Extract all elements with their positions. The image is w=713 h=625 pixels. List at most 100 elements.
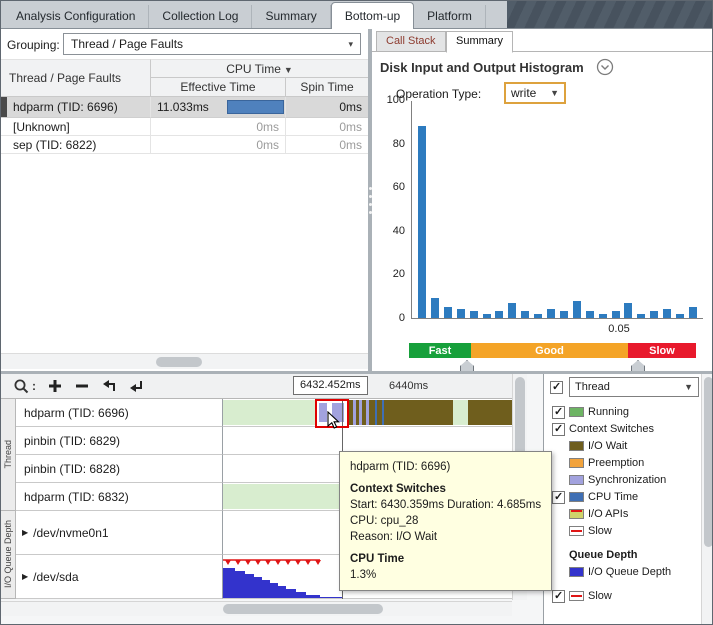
check-icon: ✓ [554,405,563,418]
histogram-bar [650,311,658,318]
legend-item-synchronization[interactable]: Synchronization [552,473,666,487]
tooltip-section-header: CPU Time [350,551,541,567]
legend-item-slow-queue[interactable]: ✓ Slow [552,589,612,603]
table-row[interactable]: hdparm (TID: 6696) 11.033ms 0ms [1,97,368,118]
grid-horizontal-scrollbar[interactable] [1,353,368,369]
column-header-cpu-time[interactable]: CPU Time▼ [151,59,368,78]
legend-item-slow-io[interactable]: Slow [552,524,612,538]
tooltip-title: hdparm (TID: 6696) [350,459,541,475]
timeline-row-label[interactable]: hdparm (TID: 6832) [16,483,223,511]
tooltip-line: 1.3% [350,567,541,583]
collapse-chevron-icon[interactable] [596,58,614,76]
operation-type-value: write [511,86,536,100]
table-row[interactable]: sep (TID: 6822) 0ms 0ms [1,136,368,154]
legend-checkbox[interactable]: ✓ [552,423,565,436]
histogram-bar [418,126,426,318]
band-checkbox[interactable]: ✓ [550,381,563,394]
histogram-bar [431,298,439,318]
spin-time-value: 0ms [339,138,362,152]
scrollbar-thumb[interactable] [223,604,383,614]
y-axis-tick: 0 [375,312,405,324]
chevron-down-icon: ▼ [684,382,693,392]
indent-spacer [552,525,565,538]
legend-item-io-queue-depth[interactable]: I/O Queue Depth [552,565,671,579]
time-readout: 6432.452ms [293,376,368,395]
tab-bottom-up[interactable]: Bottom-up [331,2,414,29]
tab-collection-log[interactable]: Collection Log [149,5,252,28]
band-filter-dropdown[interactable]: Thread ▼ [569,377,699,397]
histogram-bar [547,309,555,318]
zoom-in-button[interactable] [47,378,63,394]
timeline-row-label[interactable]: hdparm (TID: 6696) [16,399,223,427]
zoom-to-selection-button[interactable] [101,378,117,394]
minus-icon [74,378,90,394]
legend-swatch-queue-depth [569,567,584,577]
io-wait-segment [349,400,453,425]
tab-call-stack[interactable]: Call Stack [376,31,446,52]
tab-summary[interactable]: Summary [252,5,330,28]
table-row[interactable]: [Unknown] 0ms 0ms [1,118,368,136]
row-label-text: hdparm (TID: 6696) [24,406,129,420]
synchronization-segment [353,400,356,425]
timeline-row-label[interactable]: ▶ /dev/nvme0n1 [16,511,223,555]
legend-item-context-switches[interactable]: ✓ Context Switches [552,422,654,436]
y-axis-tick: 40 [375,225,405,237]
legend-checkbox[interactable]: ✓ [552,406,565,419]
band-fast: Fast [409,343,471,358]
expander-icon[interactable]: ▶ [22,572,28,581]
legend-label: Running [588,406,629,418]
timeline-row-label[interactable]: pinbin (TID: 6829) [16,427,223,455]
tab-summary-pane[interactable]: Summary [446,31,513,53]
column-header-spin-time[interactable]: Spin Time [286,78,368,97]
legend-swatch-running [569,407,584,417]
group-strip-thread: Thread [1,399,16,511]
timeline-row-label[interactable]: pinbin (TID: 6828) [16,455,223,483]
histogram-bar [637,314,645,318]
band-slow-label: Slow [649,345,675,357]
y-axis-tick: 80 [375,138,405,150]
view-tabbar: Analysis Configuration Collection Log Su… [1,1,712,29]
legend-item-preemption[interactable]: Preemption [552,456,644,470]
zoom-mode-dropdown[interactable]: : [13,378,36,395]
thread-name-cell: hdparm (TID: 6696) [1,97,151,118]
legend-label: Synchronization [588,474,666,486]
check-icon: ✓ [554,422,563,435]
legend-item-cpu-time[interactable]: ✓ CPU Time [552,490,638,504]
timeline-track[interactable] [223,399,512,427]
grouping-dropdown[interactable]: Thread / Page Faults ▾ [63,33,361,55]
panel-splitter-vertical[interactable] [368,29,372,371]
legend-item-io-apis[interactable]: I/O APIs [552,507,628,521]
grouping-value: Thread / Page Faults [71,37,183,51]
zoom-mode-separator: : [32,379,36,393]
scrollbar-thumb[interactable] [704,377,713,547]
group-label: Thread [3,440,13,469]
stack-panel: Call Stack Summary Disk Input and Output… [372,29,713,371]
tab-platform[interactable]: Platform [414,5,486,28]
y-axis-tick: 20 [375,268,405,280]
expander-icon[interactable]: ▶ [22,528,28,537]
legend-item-running[interactable]: ✓ Running [552,405,629,419]
tooltip-line: Reason: I/O Wait [350,529,541,545]
y-axis-tick: 100 [375,94,405,106]
zoom-out-button[interactable] [74,378,90,394]
legend-checkbox[interactable]: ✓ [552,491,565,504]
cpu-time-bar [227,100,284,114]
scrollbar-thumb[interactable] [156,357,202,367]
column-header-effective-time[interactable]: Effective Time [151,78,286,97]
column-header-thread-page-faults[interactable]: Thread / Page Faults [1,59,151,97]
band-fast-label: Fast [429,345,452,357]
legend-item-io-wait[interactable]: I/O Wait [552,439,627,453]
legend-checkbox[interactable]: ✓ [552,590,565,603]
tab-analysis-configuration[interactable]: Analysis Configuration [3,5,149,28]
effective-time-value: 0ms [256,120,279,134]
undo-zoom-button[interactable] [128,378,144,394]
legend-vertical-scrollbar[interactable] [701,374,713,625]
timeline-tooltip: hdparm (TID: 6696) Context Switches Star… [339,451,552,591]
histogram-bar [573,301,581,318]
legend-label: I/O Queue Depth [588,566,671,578]
thread-name: sep (TID: 6822) [13,138,96,152]
running-segment [223,400,315,425]
timeline-row-label[interactable]: ▶ /dev/sda [16,555,223,599]
timeline-horizontal-scrollbar[interactable] [1,601,512,616]
legend-label: CPU Time [588,491,638,503]
